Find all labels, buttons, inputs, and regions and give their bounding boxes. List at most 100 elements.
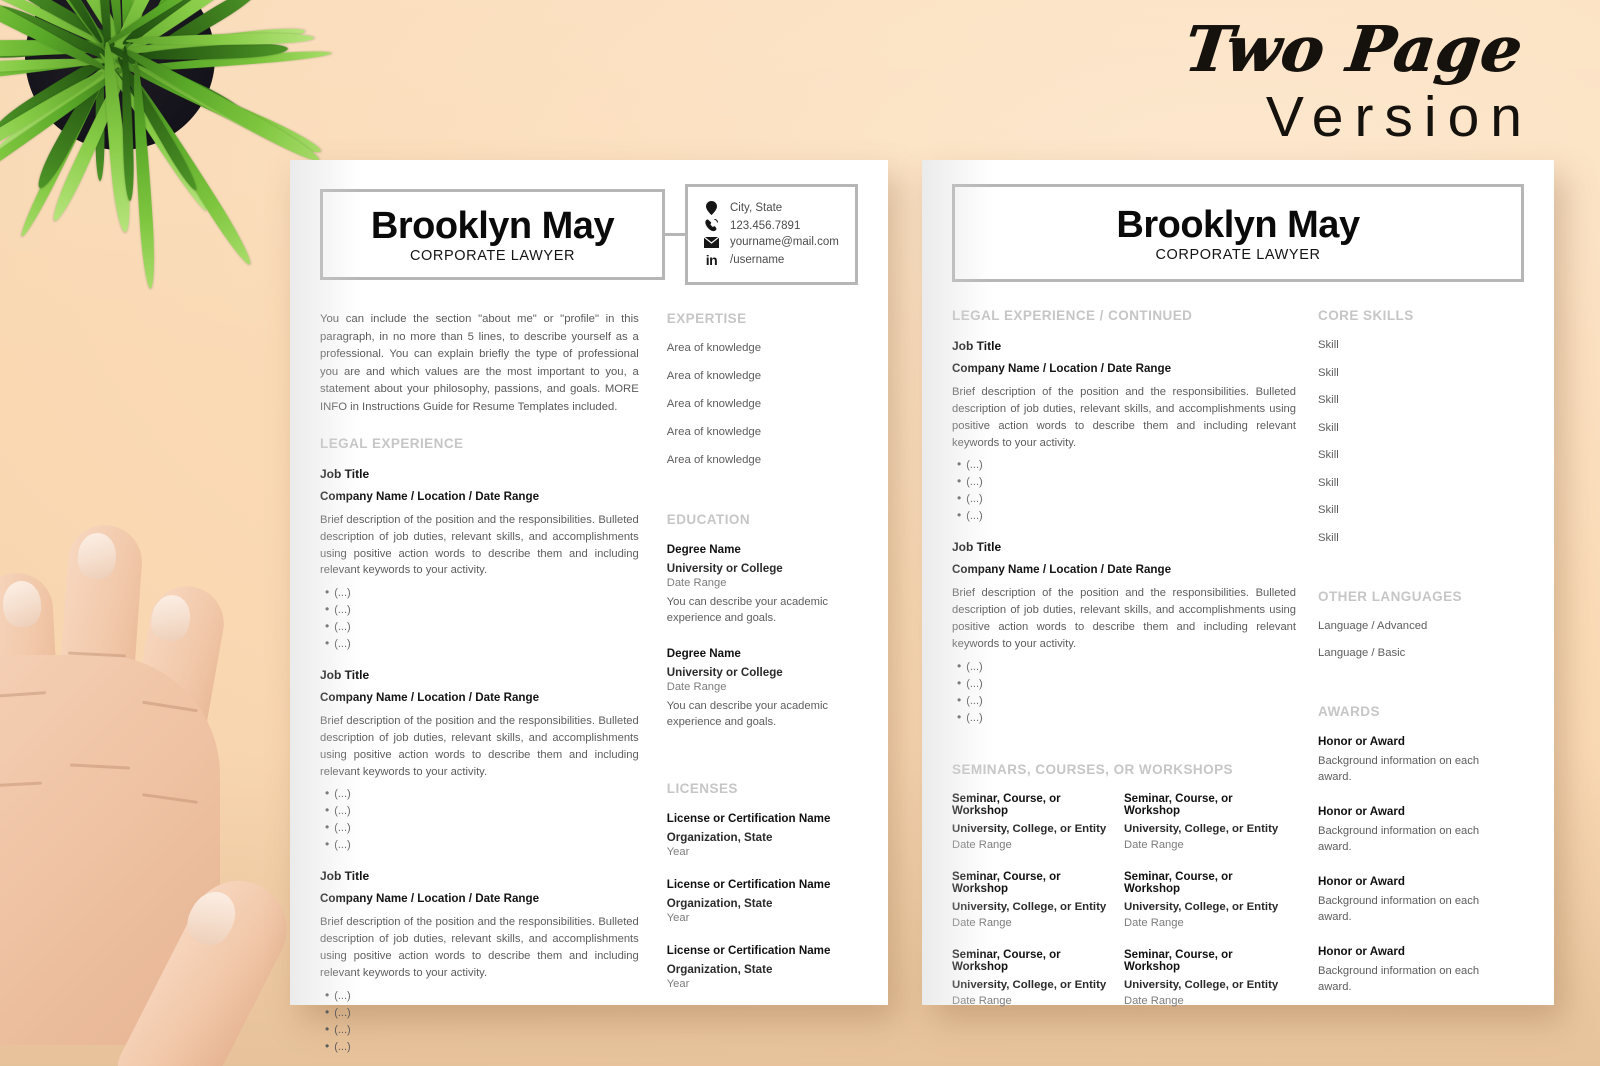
seminar-org: University, College, or Entity — [1124, 822, 1279, 835]
seminar-org: University, College, or Entity — [1124, 900, 1279, 913]
seminar-title: Seminar, Course, or Workshop — [1124, 870, 1233, 895]
seminar-title: Seminar, Course, or Workshop — [952, 792, 1061, 817]
bullet-dot-icon: • — [325, 602, 330, 617]
job-bullet: • (...) — [325, 637, 639, 650]
job-bullet: • (...) — [957, 694, 1296, 707]
page-two-name-box: Brooklyn May CORPORATE LAWYER — [952, 184, 1524, 283]
bullet-text: (...) — [334, 1023, 351, 1036]
page-one-side-column: EXPERTISE Area of knowledge Area of knowl… — [667, 311, 858, 1066]
bullet-text: (...) — [966, 694, 983, 707]
core-skill-item: Skill — [1318, 476, 1339, 489]
page-two-main-column: LEGAL EXPERIENCE / CONTINUED Job Title Co… — [952, 308, 1318, 1026]
license-name: License or Certification Name — [666, 877, 831, 891]
location-pin-icon — [702, 201, 721, 215]
section-heading-seminars: SEMINARS, COURSES, OR WORKSHOPS — [952, 761, 1233, 777]
education-school: University or College — [666, 562, 783, 575]
seminar-date: Date Range — [952, 838, 1012, 851]
license-org: Organization, State — [666, 896, 773, 910]
job-description: Brief description of the position and th… — [320, 916, 639, 979]
bullet-text: (...) — [334, 788, 351, 801]
seminar-entry: Seminar, Course, or Workshop University, … — [1124, 949, 1296, 1007]
expertise-list: Area of knowledge Area of knowledge Area o… — [667, 342, 858, 466]
bullet-text: (...) — [334, 805, 351, 818]
bullet-text: (...) — [334, 989, 351, 1002]
seminars-grid: Seminar, Course, or Workshop University, … — [952, 793, 1296, 1027]
job-description: Brief description of the position and th… — [320, 514, 639, 577]
job-bullet: • (...) — [325, 787, 639, 800]
bullet-dot-icon: • — [325, 786, 330, 801]
contact-row-phone: 123.456.7891 — [702, 219, 843, 232]
language-item: Language / Basic — [1318, 647, 1406, 660]
bullet-text: (...) — [966, 493, 983, 506]
linkedin-icon: in — [705, 252, 718, 268]
award-title: Honor or Award — [1318, 735, 1405, 749]
bullet-dot-icon: • — [325, 820, 330, 835]
award-title: Honor or Award — [1318, 874, 1405, 888]
contact-email-text: yourname@mail.com — [730, 236, 839, 248]
page-one-body: You can include the section "about me" o… — [320, 311, 858, 1066]
award-entry: Honor or Award Background information on … — [1318, 805, 1504, 856]
core-skill-item: Skill — [1318, 394, 1339, 407]
bullet-text: (...) — [966, 476, 983, 489]
education-entry: Degree Name University or College Date Ran… — [667, 647, 858, 731]
page-two-side-column: CORE SKILLS Skill Skill Skill Skill Skill Ski… — [1318, 308, 1504, 1026]
license-year: Year — [666, 845, 690, 858]
experience-list: Job Title Company Name / Location / Date … — [320, 467, 639, 1053]
name-box: Brooklyn May CORPORATE LAWYER — [320, 188, 665, 281]
poster-heading: Two Page Version — [1181, 12, 1527, 151]
bullet-text: (...) — [966, 711, 983, 724]
bullet-dot-icon: • — [957, 491, 962, 506]
core-skill-item: Skill — [1318, 504, 1339, 517]
page-one-main-column: You can include the section "about me" o… — [320, 311, 667, 1066]
job-meta: Company Name / Location / Date Range — [952, 563, 1172, 577]
phone-icon — [702, 219, 721, 232]
award-entry: Honor or Award Background information on … — [1318, 945, 1504, 996]
job-description: Brief description of the position and th… — [952, 386, 1296, 449]
header-connector — [665, 233, 685, 236]
contact-box: City, State 123.456.7891 yourname@mail.c… — [685, 184, 858, 285]
experience-entry: Job Title Company Name / Location / Date … — [320, 668, 639, 851]
bullet-dot-icon: • — [957, 658, 962, 673]
education-description: You can describe your academic experienc… — [666, 596, 829, 624]
license-year: Year — [666, 977, 690, 990]
section-heading-legal-experience: LEGAL EXPERIENCE — [320, 436, 464, 451]
awards-list: Honor or Award Background information on … — [1318, 735, 1504, 995]
resume-page-one[interactable]: Brooklyn May CORPORATE LAWYER City, Stat… — [290, 160, 888, 1053]
experience-entry: Job Title Company Name / Location / Date … — [952, 540, 1296, 723]
license-org: Organization, State — [666, 962, 773, 976]
candidate-role: CORPORATE LAWYER — [409, 248, 576, 265]
award-entry: Honor or Award Background information on … — [1318, 875, 1504, 926]
bullet-dot-icon: • — [325, 1038, 330, 1053]
bullet-dot-icon: • — [957, 457, 962, 472]
section-heading-licenses: LICENSES — [666, 780, 738, 796]
section-heading-awards: AWARDS — [1318, 704, 1380, 720]
job-bullet-list: • (...) • (...) • (...) • (...) — [320, 787, 639, 851]
license-entry: License or Certification Name Organizatio… — [667, 878, 858, 924]
license-entry: License or Certification Name Organizatio… — [667, 944, 858, 990]
job-bullet: • (...) — [957, 660, 1296, 673]
bullet-dot-icon: • — [957, 508, 962, 523]
candidate-role: CORPORATE LAWYER — [1155, 247, 1321, 264]
job-bullet: • (...) — [957, 492, 1296, 505]
seminar-org: University, College, or Entity — [1124, 978, 1279, 991]
core-skill-item: Skill — [1318, 531, 1339, 544]
resume-page-two[interactable]: Brooklyn May CORPORATE LAWYER LEGAL EXPE… — [922, 160, 1554, 1007]
education-date: Date Range — [666, 680, 727, 693]
core-skill-item: Skill — [1318, 366, 1339, 379]
award-title: Honor or Award — [1318, 805, 1405, 819]
education-entry: Degree Name University or College Date Ran… — [667, 543, 858, 627]
section-heading-legal-experience-continued: LEGAL EXPERIENCE / CONTINUED — [952, 308, 1193, 324]
job-bullet: • (...) — [325, 989, 639, 1002]
bullet-dot-icon: • — [325, 837, 330, 852]
page-one-header: Brooklyn May CORPORATE LAWYER City, Stat… — [320, 184, 858, 285]
bullet-text: (...) — [334, 839, 351, 852]
experience-entry: Job Title Company Name / Location / Date … — [952, 339, 1296, 522]
license-name: License or Certification Name — [666, 811, 831, 825]
award-title: Honor or Award — [1318, 944, 1405, 958]
bullet-dot-icon: • — [957, 474, 962, 489]
bullet-text: (...) — [334, 587, 351, 600]
experience-entry: Job Title Company Name / Location / Date … — [320, 467, 639, 650]
expertise-item: Area of knowledge — [666, 454, 762, 466]
core-skill-item: Skill — [1318, 339, 1339, 352]
section-heading-other-languages: OTHER LANGUAGES — [1318, 589, 1463, 605]
